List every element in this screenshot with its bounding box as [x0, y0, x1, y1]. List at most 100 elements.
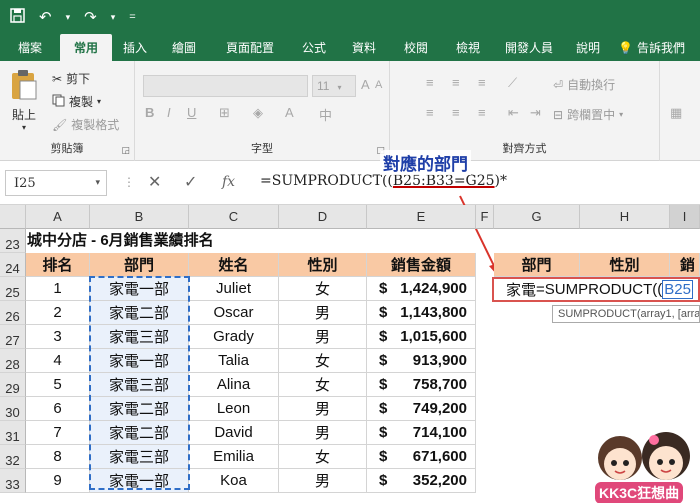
number-format-icon[interactable]: ▦ [670, 105, 682, 121]
undo-icon[interactable]: ↶ [39, 8, 52, 26]
tab-view[interactable]: 檢視 [442, 34, 494, 61]
dept-cell[interactable]: 家電三部 [90, 445, 189, 469]
cancel-icon[interactable]: ✕ [148, 172, 161, 192]
amount-cell[interactable]: $714,100 [367, 421, 476, 445]
cut-button[interactable]: ✂ 剪下 [52, 70, 90, 87]
save-icon[interactable] [10, 7, 25, 27]
dept-cell[interactable]: 家電一部 [90, 277, 189, 301]
amount-cell[interactable]: $758,700 [367, 373, 476, 397]
row-header[interactable]: 31 [0, 421, 26, 445]
font-grow-icon[interactable]: A [361, 77, 370, 92]
rank-cell[interactable]: 3 [26, 325, 90, 349]
table-header-cell[interactable]: 部門 [90, 253, 189, 277]
tab-review[interactable]: 校閱 [390, 34, 442, 61]
rank-cell[interactable]: 1 [26, 277, 90, 301]
tab-page-layout[interactable]: 頁面配置 [210, 34, 290, 61]
gender-cell[interactable]: 男 [279, 397, 367, 421]
row-header[interactable]: 29 [0, 373, 26, 397]
gender-cell[interactable]: 男 [279, 469, 367, 493]
phonetic-icon[interactable]: 中 [319, 105, 332, 124]
gender-cell[interactable]: 男 [279, 301, 367, 325]
lookup-header-cell[interactable]: 銷 [670, 253, 700, 277]
rank-cell[interactable]: 4 [26, 349, 90, 373]
drag-handle-icon[interactable]: ⋮ [123, 175, 135, 189]
wrap-text-button[interactable]: ⏎ 自動換行 [553, 76, 615, 93]
font-size-select[interactable]: 11 ▾ [312, 75, 356, 97]
table-header-cell[interactable]: 排名 [26, 253, 90, 277]
rank-cell[interactable]: 9 [26, 469, 90, 493]
bold-icon[interactable]: B [145, 105, 154, 120]
tell-me-search[interactable]: 💡 告訴我們 [612, 34, 700, 61]
copy-button[interactable]: 複製 ▾ [52, 93, 101, 110]
fill-color-icon[interactable]: ◈ [253, 105, 263, 121]
row-header[interactable]: 30 [0, 397, 26, 421]
rank-cell[interactable]: 7 [26, 421, 90, 445]
amount-cell[interactable]: $352,200 [367, 469, 476, 493]
increase-indent-icon[interactable]: ⇥ [530, 105, 541, 121]
name-box[interactable]: I25 ▾ [5, 170, 107, 196]
tab-help[interactable]: 說明 [564, 34, 612, 61]
decrease-indent-icon[interactable]: ⇤ [508, 105, 519, 121]
align-bottom-icon[interactable]: ≡ [478, 75, 486, 90]
column-header-h[interactable]: H [580, 205, 670, 229]
column-header-g[interactable]: G [494, 205, 580, 229]
chevron-down-icon[interactable]: ▾ [111, 12, 116, 23]
dept-cell[interactable]: 家電二部 [90, 397, 189, 421]
redo-icon[interactable]: ↷ [84, 8, 97, 26]
dept-cell[interactable]: 家電二部 [90, 301, 189, 325]
table-header-cell[interactable]: 姓名 [189, 253, 279, 277]
amount-cell[interactable]: $1,015,600 [367, 325, 476, 349]
name-cell[interactable]: Koa [189, 469, 279, 493]
gender-cell[interactable]: 女 [279, 277, 367, 301]
formula-input[interactable]: =SUMPRODUCT((B25:B33=G25)* [260, 173, 507, 189]
insert-function-icon[interactable]: fx [222, 174, 235, 190]
row-header[interactable]: 33 [0, 469, 26, 493]
amount-cell[interactable]: $671,600 [367, 445, 476, 469]
gender-cell[interactable]: 男 [279, 421, 367, 445]
name-cell[interactable]: Alina [189, 373, 279, 397]
align-right-icon[interactable]: ≡ [478, 105, 486, 120]
align-center-icon[interactable]: ≡ [452, 105, 460, 120]
italic-icon[interactable]: I [167, 105, 171, 120]
format-painter-button[interactable]: 🖌 複製格式 [52, 116, 119, 133]
tab-insert[interactable]: 插入 [112, 34, 158, 61]
dept-cell[interactable]: 家電三部 [90, 373, 189, 397]
row-header[interactable]: 26 [0, 301, 26, 325]
column-header-b[interactable]: B [90, 205, 189, 229]
dept-cell[interactable]: 家電三部 [90, 325, 189, 349]
select-all-corner[interactable] [0, 205, 26, 229]
tab-formulas[interactable]: 公式 [290, 34, 338, 61]
name-cell[interactable]: Talia [189, 349, 279, 373]
rank-cell[interactable]: 8 [26, 445, 90, 469]
column-header-e[interactable]: E [367, 205, 476, 229]
font-color-icon[interactable]: A [285, 105, 294, 120]
name-cell[interactable]: David [189, 421, 279, 445]
align-left-icon[interactable]: ≡ [426, 105, 434, 120]
name-cell[interactable]: Leon [189, 397, 279, 421]
table-header-cell[interactable]: 性別 [279, 253, 367, 277]
name-cell[interactable]: Oscar [189, 301, 279, 325]
row-header[interactable]: 27 [0, 325, 26, 349]
underline-icon[interactable]: U [187, 105, 196, 120]
orientation-icon[interactable]: ⟋ [508, 75, 517, 91]
column-header-i[interactable]: I [670, 205, 700, 229]
row-header[interactable]: 25 [0, 277, 26, 301]
dept-cell[interactable]: 家電一部 [90, 349, 189, 373]
name-cell[interactable]: Juliet [189, 277, 279, 301]
tab-home[interactable]: 常用 [60, 34, 112, 61]
column-header-f[interactable]: F [476, 205, 494, 229]
active-edit-cell[interactable]: 家電 =SUMPRODUCT((B25 [492, 277, 700, 302]
tab-draw[interactable]: 繪圖 [158, 34, 210, 61]
merge-center-button[interactable]: ⊟ 跨欄置中 ▾ [553, 106, 623, 123]
lookup-header-cell[interactable]: 部門 [494, 253, 580, 277]
gender-cell[interactable]: 女 [279, 445, 367, 469]
name-cell[interactable]: Emilia [189, 445, 279, 469]
amount-cell[interactable]: $1,143,800 [367, 301, 476, 325]
gender-cell[interactable]: 女 [279, 349, 367, 373]
gender-cell[interactable]: 男 [279, 325, 367, 349]
column-header-c[interactable]: C [189, 205, 279, 229]
row-header[interactable]: 23 [0, 229, 26, 253]
amount-cell[interactable]: $913,900 [367, 349, 476, 373]
font-name-select[interactable] [143, 75, 308, 97]
rank-cell[interactable]: 5 [26, 373, 90, 397]
